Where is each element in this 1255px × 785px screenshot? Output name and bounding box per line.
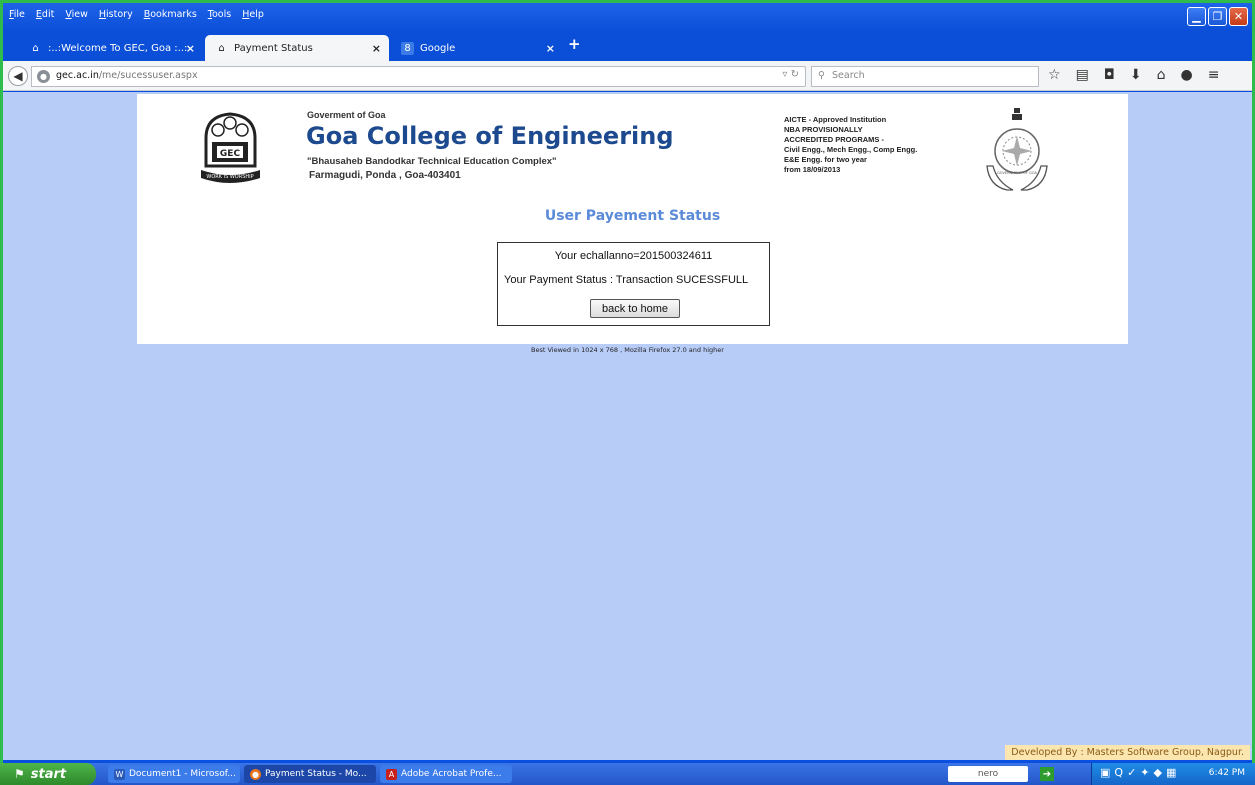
emblem-text: GOVERNMENT OF GOA bbox=[997, 171, 1037, 175]
url-domain: gec.ac.in bbox=[56, 70, 99, 81]
quicktime-icon[interactable]: Q bbox=[1114, 766, 1123, 779]
accreditation-line: ACCREDITED PROGRAMS - bbox=[784, 135, 885, 144]
back-button[interactable]: ◀ bbox=[8, 66, 28, 86]
reload-icon[interactable]: ▿ ↻ bbox=[782, 69, 799, 80]
goa-emblem: GOVERNMENT OF GOA bbox=[986, 108, 1048, 191]
tab-close-icon[interactable]: × bbox=[372, 42, 381, 55]
url-path: /me/sucessuser.aspx bbox=[98, 70, 198, 81]
page-viewport: GEC WORK IS WORSHIP Goverment of Goa Goa… bbox=[3, 92, 1252, 760]
taskbar-item-label: Adobe Acrobat Profe... bbox=[401, 769, 502, 779]
taskbar-item-firefox[interactable]: ● Payment Status - Mo... bbox=[244, 765, 376, 783]
taskbar-clock: 6:42 PM bbox=[1208, 768, 1245, 778]
taskbar-item-label: Document1 - Microsof... bbox=[129, 769, 236, 779]
system-tray: ▣ Q ✓ ✦ ◆ ▦ 6:42 PM bbox=[1091, 763, 1255, 785]
home-icon[interactable]: ⌂ bbox=[1157, 67, 1166, 83]
search-icon: ⚲ bbox=[818, 70, 825, 81]
content-panel: GEC WORK IS WORSHIP Goverment of Goa Goa… bbox=[137, 94, 1128, 344]
payment-status-text: Your Payment Status : Transaction SUCESS… bbox=[504, 274, 749, 286]
go-arrow-icon[interactable]: ➔ bbox=[1040, 767, 1054, 781]
taskbar-item-acrobat[interactable]: A Adobe Acrobat Profe... bbox=[380, 765, 512, 783]
search-placeholder: Search bbox=[832, 70, 865, 81]
windows-flag-icon: ⚑ bbox=[14, 767, 25, 781]
update-icon[interactable]: ✓ bbox=[1127, 766, 1136, 779]
menu-history[interactable]: History bbox=[99, 9, 133, 20]
accreditation-text: AICTE - Approved Institution NBA PROVISI… bbox=[784, 115, 984, 175]
menu-edit[interactable]: Edit bbox=[36, 9, 54, 20]
url-bar[interactable]: ● gec.ac.in/me/sucessuser.aspx ▿ ↻ bbox=[31, 66, 806, 87]
tools-icon[interactable]: ✦ bbox=[1140, 766, 1149, 779]
pocket-icon[interactable]: ◘ bbox=[1104, 67, 1115, 83]
accreditation-line: Civil Engg., Mech Engg., Comp Engg. bbox=[784, 145, 918, 154]
close-window-button[interactable]: ✕ bbox=[1229, 7, 1248, 26]
security-icon[interactable]: ◆ bbox=[1154, 766, 1162, 779]
start-label: start bbox=[30, 766, 67, 782]
word-icon: W bbox=[114, 768, 125, 780]
menu-view[interactable]: View bbox=[65, 9, 88, 20]
reading-list-icon[interactable]: ▤ bbox=[1076, 67, 1089, 83]
globe-icon: ● bbox=[37, 70, 50, 83]
chat-icon[interactable]: ● bbox=[1181, 67, 1193, 83]
tab-google[interactable]: 8 Google × bbox=[391, 35, 563, 61]
menu-file[interactable]: File bbox=[9, 9, 25, 20]
start-button[interactable]: ⚑ start bbox=[0, 763, 96, 785]
new-tab-button[interactable]: + bbox=[568, 35, 581, 53]
government-label: Goverment of Goa bbox=[307, 110, 386, 120]
payment-status-box: Your echallanno=201500324611 Your Paymen… bbox=[497, 242, 770, 326]
tray-icons: ▣ Q ✓ ✦ ◆ ▦ bbox=[1100, 766, 1176, 779]
network-icon[interactable]: ▣ bbox=[1100, 766, 1110, 779]
tab-welcome-gec[interactable]: ⌂ :..:Welcome To GEC, Goa :..: × bbox=[19, 35, 203, 61]
title-bar: File Edit View History Bookmarks Tools H… bbox=[3, 3, 1252, 31]
back-to-home-button[interactable]: back to home bbox=[590, 299, 680, 318]
menu-tools[interactable]: Tools bbox=[208, 9, 231, 20]
developer-credit: Developed By : Masters Software Group, N… bbox=[1005, 745, 1250, 760]
complex-name: "Bhausaheb Bandodkar Technical Education… bbox=[307, 156, 557, 167]
google-icon: 8 bbox=[401, 41, 414, 55]
accreditation-line: AICTE - Approved Institution bbox=[784, 115, 887, 124]
accreditation-line: NBA PROVISIONALLY bbox=[784, 125, 863, 134]
chart-icon[interactable]: ▦ bbox=[1166, 766, 1176, 779]
page-title: User Payement Status bbox=[544, 208, 721, 224]
browser-window: File Edit View History Bookmarks Tools H… bbox=[0, 0, 1255, 763]
tab-payment-status[interactable]: ⌂ Payment Status × bbox=[205, 35, 389, 61]
firefox-icon: ● bbox=[250, 768, 261, 780]
logo-text: GEC bbox=[220, 149, 241, 159]
toolbar-icons: ☆ ▤ ◘ ⬇ ⌂ ● ≡ bbox=[1048, 67, 1219, 83]
window-controls: ▁ ❐ ✕ bbox=[1187, 7, 1248, 26]
tab-label: Google bbox=[420, 42, 456, 54]
accreditation-line: E&E Engg. for two year bbox=[784, 155, 867, 164]
echallan-number: Your echallanno=201500324611 bbox=[554, 250, 713, 262]
logo-motto: WORK IS WORSHIP bbox=[206, 174, 253, 180]
tab-label: :..:Welcome To GEC, Goa :..: bbox=[48, 42, 188, 54]
nero-search-box[interactable]: nero bbox=[948, 766, 1028, 782]
taskbar-item-word[interactable]: W Document1 - Microsof... bbox=[108, 765, 240, 783]
college-name: Goa College of Engineering bbox=[306, 122, 674, 150]
tab-label: Payment Status bbox=[234, 42, 313, 54]
tab-close-icon[interactable]: × bbox=[546, 42, 555, 55]
bookmark-star-icon[interactable]: ☆ bbox=[1048, 67, 1061, 83]
menu-help[interactable]: Help bbox=[242, 9, 264, 20]
url-text: gec.ac.in/me/sucessuser.aspx bbox=[56, 70, 198, 81]
menu-bar: File Edit View History Bookmarks Tools H… bbox=[9, 9, 264, 20]
navigation-bar: ◀ ● gec.ac.in/me/sucessuser.aspx ▿ ↻ ⚲ S… bbox=[3, 61, 1252, 91]
download-icon[interactable]: ⬇ bbox=[1130, 67, 1142, 83]
windows-taskbar: ⚑ start W Document1 - Microsof... ● Paym… bbox=[0, 763, 1255, 785]
site-favicon-icon: ⌂ bbox=[218, 42, 225, 54]
best-viewed-note: Best Viewed in 1024 x 768 , Mozilla Fire… bbox=[531, 346, 724, 354]
college-address: Farmagudi, Ponda , Goa-403401 bbox=[309, 170, 461, 181]
tab-strip: ⌂ :..:Welcome To GEC, Goa :..: × ⌂ Payme… bbox=[3, 31, 1252, 61]
tab-close-icon[interactable]: × bbox=[186, 42, 195, 55]
site-favicon-icon: ⌂ bbox=[32, 42, 39, 54]
restore-button[interactable]: ❐ bbox=[1208, 7, 1227, 26]
menu-icon[interactable]: ≡ bbox=[1208, 67, 1220, 83]
minimize-button[interactable]: ▁ bbox=[1187, 7, 1206, 26]
menu-bookmarks[interactable]: Bookmarks bbox=[144, 9, 197, 20]
accreditation-line: from 18/09/2013 bbox=[784, 165, 841, 174]
acrobat-icon: A bbox=[386, 768, 397, 780]
gec-logo: GEC WORK IS WORSHIP bbox=[201, 112, 260, 183]
search-input[interactable]: ⚲ Search bbox=[811, 66, 1039, 87]
taskbar-item-label: Payment Status - Mo... bbox=[265, 769, 367, 779]
